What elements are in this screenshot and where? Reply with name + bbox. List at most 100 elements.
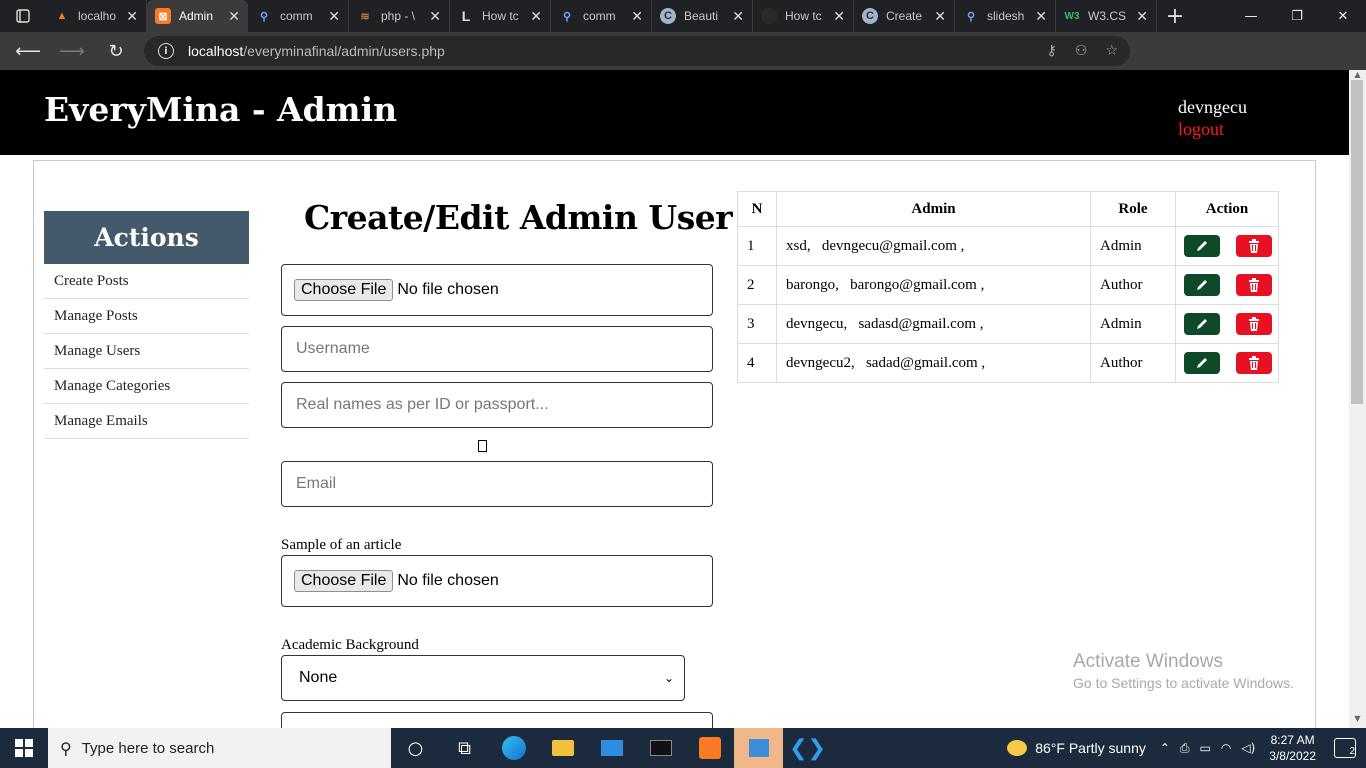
logout-link[interactable]: logout [1178,119,1224,140]
avatar-file-input[interactable]: Choose File No file chosen [281,264,713,316]
clock[interactable]: 8:27 AM 3/8/2022 [1269,732,1316,764]
close-tab-icon[interactable]: ✕ [429,8,441,25]
system-tray: 86°F Partly sunny ⌃ ⎙ ▭ ◠ ◁) 8:27 AM 3/8… [1007,728,1366,768]
edit-button[interactable] [1184,234,1220,257]
choose-file-button[interactable]: Choose File [294,570,394,592]
next-file-input[interactable]: Choose File [281,712,713,728]
row-role: Author [1090,265,1176,305]
close-tab-icon[interactable]: ✕ [1136,8,1148,25]
site-header: EveryMina - Admin devngecu logout [0,70,1349,155]
tab-actions-button[interactable] [0,0,46,32]
edit-button[interactable] [1184,312,1220,335]
edit-button[interactable] [1184,351,1220,374]
user-access-icon[interactable]: ⚇ [1075,43,1088,59]
scroll-down-icon[interactable]: ▼ [1349,714,1366,724]
photos-icon[interactable] [734,728,783,768]
key-icon[interactable]: ⚷ [1047,43,1057,59]
browser-tab-active[interactable]: ⊠ Admin ✕ [147,0,248,32]
browser-tab[interactable]: C Create ✕ [854,0,955,32]
task-view-icon[interactable]: ⧉ [440,728,489,768]
chevron-up-icon[interactable]: ⌃ [1160,741,1170,756]
taskbar-search[interactable]: ⚲ Type here to search [48,728,391,768]
tab-title: php - \ [381,9,416,23]
url-field[interactable]: i localhost/everyminafinal/admin/users.p… [144,36,1130,66]
cortana-icon[interactable]: ○ [391,728,440,768]
restore-icon[interactable]: ❐ [1274,0,1320,32]
close-tab-icon[interactable]: ✕ [228,8,240,25]
browser-tab[interactable]: W3 W3.CS ✕ [1056,0,1157,32]
tab-title: comm [280,9,313,23]
username-input[interactable]: Username [281,326,713,372]
volume-icon[interactable]: ◁) [1241,741,1255,756]
scroll-up-icon[interactable]: ▲ [1349,70,1366,80]
scrollbar-thumb[interactable] [1351,80,1363,404]
sidebar-item-manage-categories[interactable]: Manage Categories [44,369,249,404]
network-device-icon[interactable]: ⎙ [1180,741,1190,756]
browser-tab[interactable]: ≋ php - \ ✕ [349,0,450,32]
sidebar-item-manage-posts[interactable]: Manage Posts [44,299,249,334]
back-button[interactable]: ⟵ [6,32,50,70]
browser-tab[interactable]: How tc ✕ [753,0,854,32]
minimize-icon[interactable]: — [1228,0,1274,32]
weather-widget[interactable]: 86°F Partly sunny [1007,740,1146,756]
realname-input[interactable]: Real names as per ID or passport... [281,382,713,428]
new-tab-button[interactable]: + [1157,0,1193,32]
delete-button[interactable] [1236,273,1272,296]
close-tab-icon[interactable]: ✕ [530,8,542,25]
sidebar-item-create-posts[interactable]: Create Posts [44,264,249,299]
close-tab-icon[interactable]: ✕ [934,8,946,25]
close-tab-icon[interactable]: ✕ [1035,8,1047,25]
site-info-icon[interactable]: i [158,43,174,59]
close-tab-icon[interactable]: ✕ [833,8,845,25]
page-scrollbar[interactable]: ▲ ▼ [1349,70,1366,728]
close-tab-icon[interactable]: ✕ [126,8,138,25]
edge-icon[interactable] [489,728,538,768]
file-explorer-icon[interactable] [538,728,587,768]
windows-taskbar: ⚲ Type here to search ○ ⧉ ❮❯ 86°F Partly… [0,728,1366,768]
battery-icon[interactable]: ▭ [1200,741,1211,756]
row-role: Author [1090,343,1176,383]
sample-article-file-input[interactable]: Choose File No file chosen [281,555,713,607]
forward-button[interactable]: ⟶ [50,32,94,70]
sidebar-item-manage-emails[interactable]: Manage Emails [44,404,249,439]
l-icon: L [461,8,471,24]
terminal-icon[interactable] [636,728,685,768]
table-row: 4 devngecu2, sadad@gmail.com , Author [737,343,1279,383]
row-admin: devngecu2, sadad@gmail.com , [776,343,1091,383]
close-tab-icon[interactable]: ✕ [328,8,340,25]
table-row: 1 xsd, devngecu@gmail.com , Admin [737,226,1279,266]
browser-tab[interactable]: ⚲ comm ✕ [551,0,652,32]
browser-tab[interactable]: L How tc ✕ [450,0,551,32]
delete-button[interactable] [1236,312,1272,335]
add-favorite-icon[interactable]: ☆ [1105,43,1118,59]
activate-windows-watermark: Activate Windows Go to Settings to activ… [1073,651,1294,691]
delete-button[interactable] [1236,351,1272,374]
browser-tab[interactable]: ⚲ comm ✕ [248,0,349,32]
weather-text: 86°F Partly sunny [1035,740,1146,756]
wifi-icon[interactable]: ◠ [1221,741,1231,756]
row-role: Admin [1090,304,1176,344]
close-window-icon[interactable]: ✕ [1320,0,1366,32]
browser-tab[interactable]: ⚲ slidesh ✕ [955,0,1056,32]
mail-icon[interactable] [587,728,636,768]
choose-file-button[interactable]: Choose File [294,279,394,301]
edit-button[interactable] [1184,273,1220,296]
watermark-line-2: Go to Settings to activate Windows. [1073,675,1294,691]
academic-background-select[interactable]: None ⌄ [281,655,685,701]
table-row: 3 devngecu, sadasd@gmail.com , Admin [737,304,1279,344]
row-actions [1175,265,1279,305]
xampp-icon[interactable] [685,728,734,768]
notification-center-icon[interactable]: 2 [1334,738,1356,758]
vscode-icon[interactable]: ❮❯ [783,728,832,768]
close-tab-icon[interactable]: ✕ [732,8,744,25]
start-button[interactable] [0,728,48,768]
close-tab-icon[interactable]: ✕ [631,8,643,25]
email-input[interactable]: Email [281,461,713,507]
browser-tab[interactable]: C Beauti ✕ [652,0,753,32]
sidebar-item-manage-users[interactable]: Manage Users [44,334,249,369]
refresh-button[interactable]: ↻ [94,32,138,70]
delete-button[interactable] [1236,234,1272,257]
browser-tab[interactable]: ▲ localho ✕ [46,0,147,32]
header-n: N [737,191,777,227]
w3-icon: W3 [1064,10,1080,22]
